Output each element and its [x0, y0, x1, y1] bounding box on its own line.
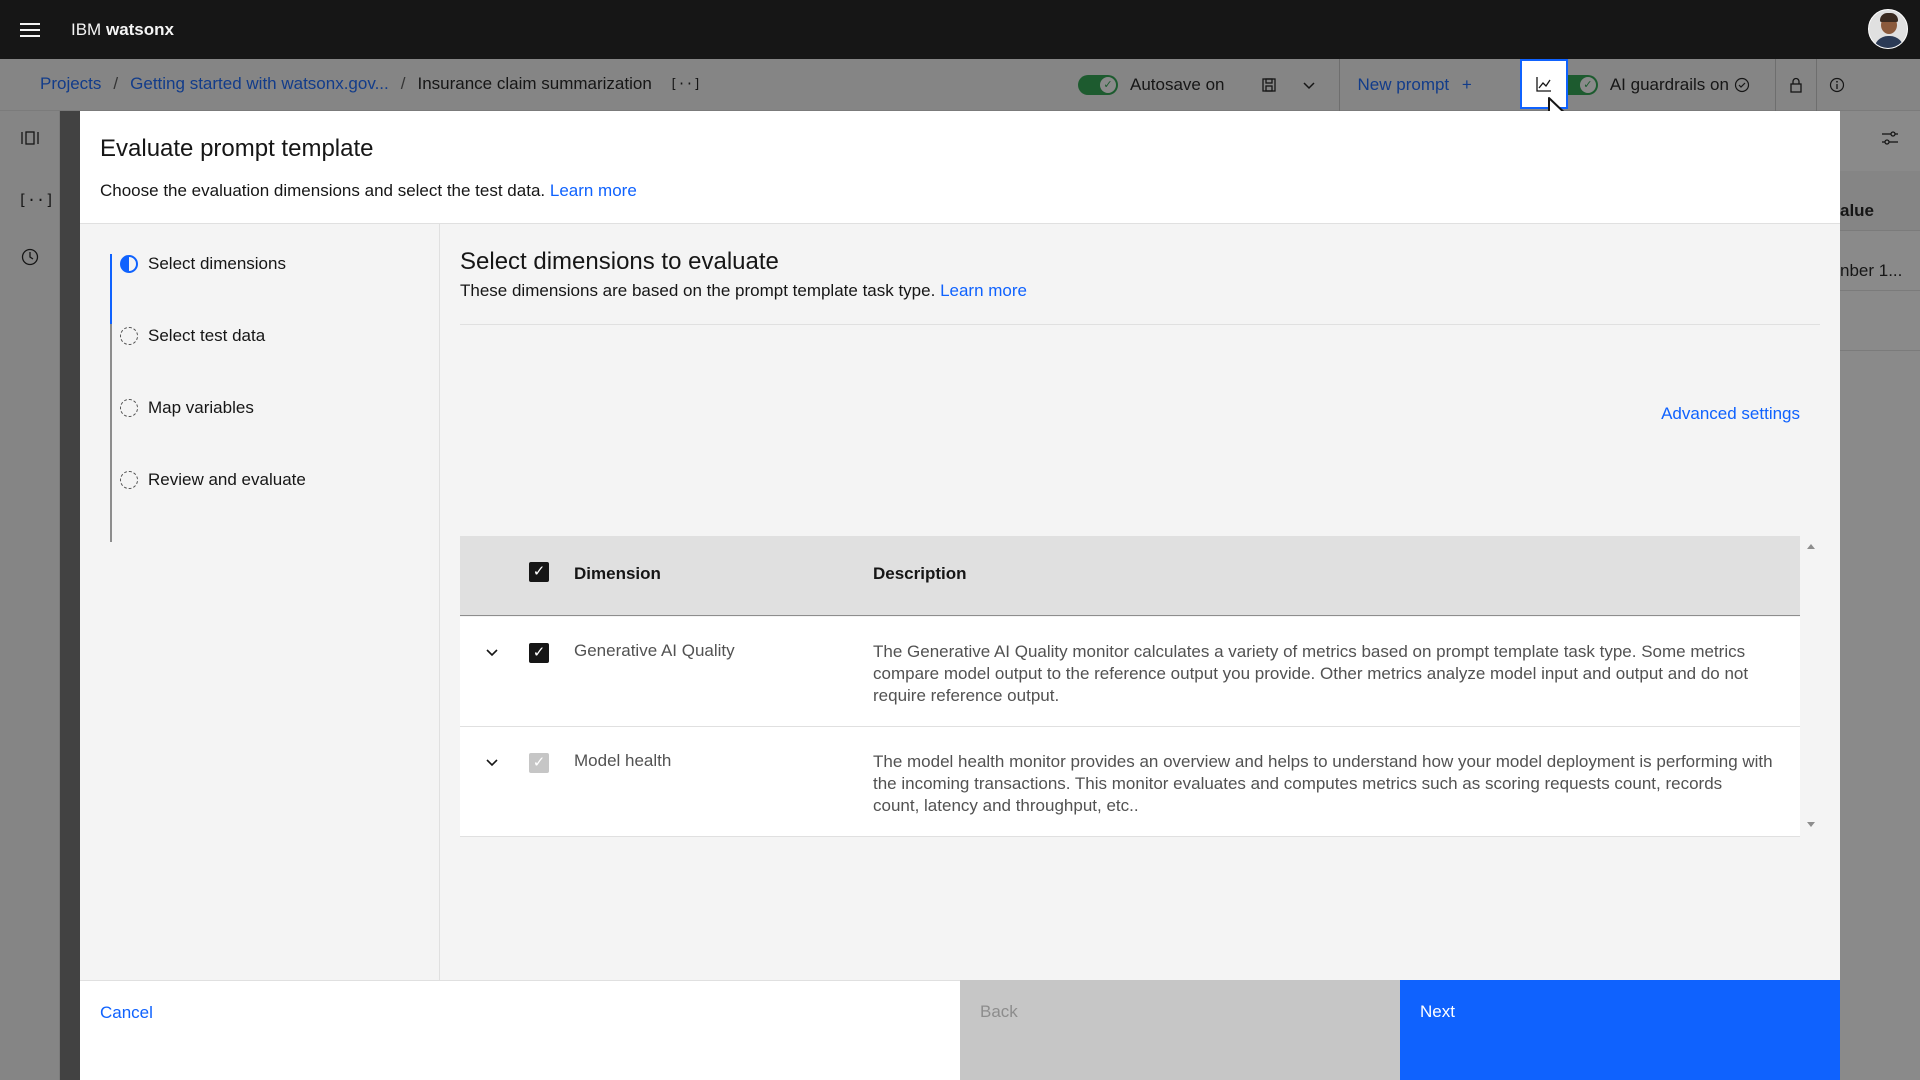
step-label: Map variables [148, 398, 254, 417]
table-row: ✓ Model health The model health monitor … [460, 727, 1800, 837]
section-title: Select dimensions to evaluate [460, 248, 779, 275]
row-checkbox-disabled: ✓ [529, 753, 549, 773]
learn-more-link[interactable]: Learn more [940, 281, 1027, 300]
column-header-description: Description [873, 564, 967, 583]
dimension-description: The model health monitor provides an ove… [873, 752, 1773, 815]
modal-content: Select dimensions to evaluate These dime… [460, 224, 1820, 980]
scroll-down-arrow[interactable] [1807, 822, 1815, 827]
back-button: Back [960, 980, 1400, 1080]
product-brand[interactable]: IBM watsonx [71, 20, 174, 40]
top-header: IBM watsonx [0, 0, 1920, 59]
scroll-up-arrow[interactable] [1807, 544, 1815, 549]
table-scrollbar[interactable] [1802, 536, 1820, 836]
section-subtitle-text: These dimensions are based on the prompt… [460, 281, 936, 300]
column-header-dimension: Dimension [574, 564, 661, 583]
evaluate-modal: Evaluate prompt template Choose the eval… [80, 111, 1840, 1080]
user-avatar[interactable] [1868, 9, 1908, 49]
dimension-name: Model health [574, 751, 672, 770]
step-select-dimensions[interactable]: Select dimensions [120, 254, 286, 274]
dimension-name: Generative AI Quality [574, 641, 735, 660]
cancel-button[interactable]: Cancel [80, 980, 960, 1080]
next-button[interactable]: Next [1400, 980, 1840, 1080]
table-row: ✓ Generative AI Quality The Generative A… [460, 617, 1800, 727]
progress-active-line [110, 254, 112, 324]
dimension-description: The Generative AI Quality monitor calcul… [873, 642, 1749, 705]
modal-subtitle: Choose the evaluation dimensions and sel… [100, 181, 637, 201]
row-checkbox[interactable]: ✓ [529, 643, 549, 663]
modal-subtitle-text: Choose the evaluation dimensions and sel… [100, 181, 546, 200]
modal-footer: Cancel Back Next [80, 980, 1840, 1080]
expand-chevron-icon[interactable] [484, 755, 500, 771]
learn-more-link[interactable]: Learn more [550, 181, 637, 200]
step-incomplete-icon [120, 399, 138, 417]
step-incomplete-icon [120, 471, 138, 489]
step-map-variables[interactable]: Map variables [120, 398, 254, 418]
select-all-checkbox[interactable]: ✓ [529, 562, 549, 582]
brand-name: watsonx [105, 19, 174, 39]
step-label: Review and evaluate [148, 470, 306, 489]
brand-prefix: IBM [71, 19, 102, 39]
step-label: Select dimensions [148, 254, 286, 273]
modal-title: Evaluate prompt template [100, 135, 374, 162]
advanced-settings-link[interactable]: Advanced settings [1661, 404, 1800, 424]
progress-indicator: Select dimensions Select test data Map v… [80, 224, 440, 980]
step-review-evaluate[interactable]: Review and evaluate [120, 470, 306, 490]
modal-header: Evaluate prompt template Choose the eval… [80, 111, 1840, 224]
step-current-icon [120, 255, 138, 273]
line-chart-icon [1536, 77, 1551, 92]
step-incomplete-icon [120, 327, 138, 345]
section-subtitle: These dimensions are based on the prompt… [460, 281, 1027, 301]
step-label: Select test data [148, 326, 266, 345]
hamburger-menu-icon[interactable] [0, 0, 59, 59]
table-header: ✓ Dimension Description [460, 536, 1800, 616]
expand-chevron-icon[interactable] [484, 645, 500, 661]
step-select-test-data[interactable]: Select test data [120, 326, 265, 346]
divider [460, 324, 1820, 325]
